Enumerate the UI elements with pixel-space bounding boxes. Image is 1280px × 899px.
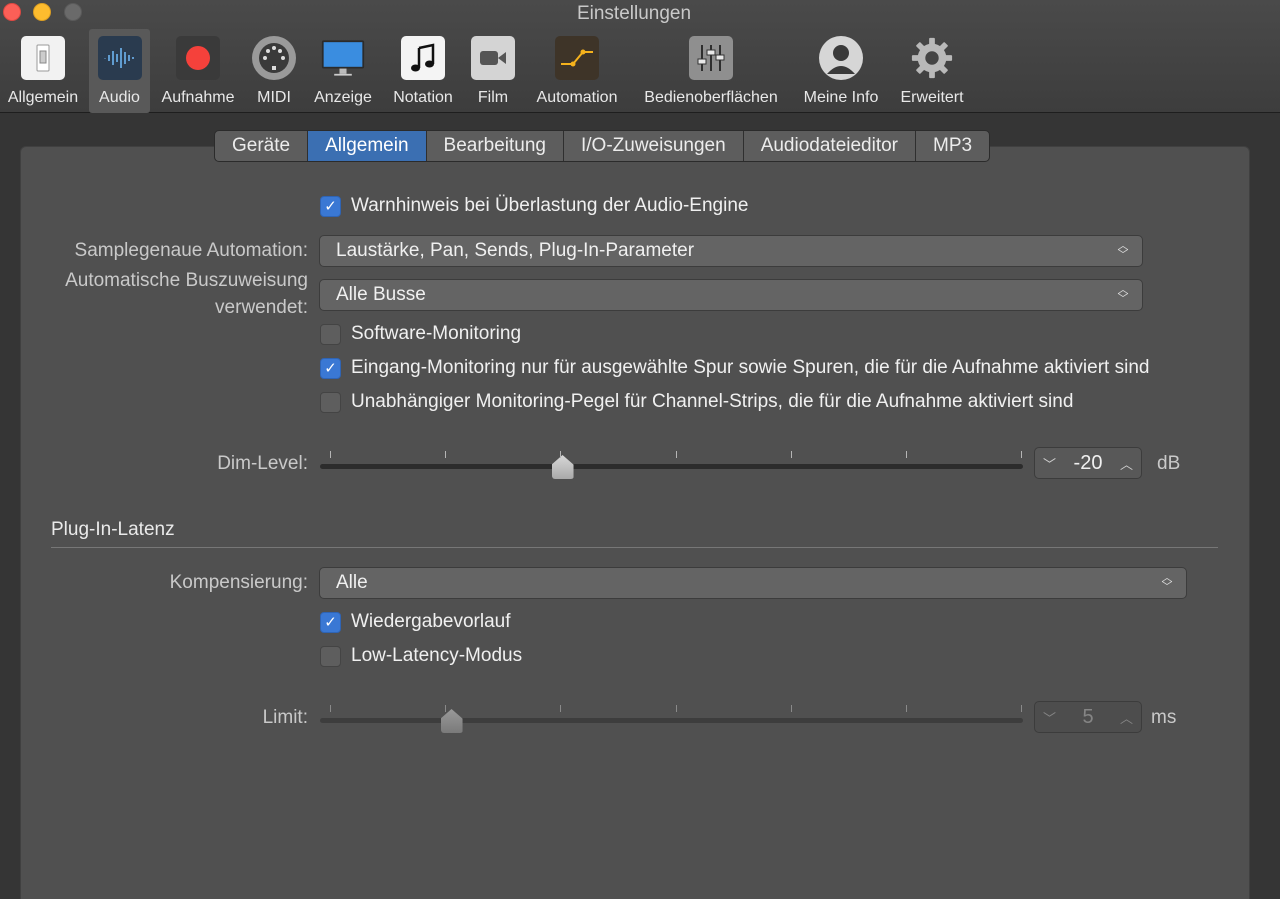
slider-tick	[445, 451, 447, 458]
tab-io-zuweisungen[interactable]: I/O-Zuweisungen	[564, 131, 744, 161]
record-icon	[176, 36, 220, 80]
toolbar-item-bedienoberflaechen[interactable]: Bedienoberflächen	[634, 29, 788, 113]
toolbar-item-anzeige[interactable]: Anzeige	[310, 29, 376, 113]
slider-tick	[445, 705, 447, 712]
decrement-chevron-icon[interactable]: ﹀	[1043, 454, 1056, 473]
toolbar-item-allgemein[interactable]: Allgemein	[3, 29, 83, 113]
sample-automation-label: Samplegenaue Automation:	[74, 240, 308, 261]
auto-bus-popup[interactable]: Alle Busse ︿ ﹀	[319, 279, 1143, 311]
waveform-icon	[97, 36, 142, 80]
tab-audiodateieditor[interactable]: Audiodateieditor	[744, 131, 917, 161]
toolbar: Einstellungen Allgemein Audio Aufnahme M…	[0, 0, 1280, 113]
decrement-chevron-icon[interactable]: ﹀	[1043, 708, 1056, 727]
tab-geraete[interactable]: Geräte	[215, 131, 309, 161]
limit-slider[interactable]	[320, 705, 1023, 735]
playback-preroll-checkbox[interactable]: ✓	[320, 611, 341, 633]
compensation-popup[interactable]: Alle ︿ ﹀	[319, 567, 1187, 599]
tab-bearbeitung[interactable]: Bearbeitung	[427, 131, 564, 161]
display-icon	[321, 36, 365, 80]
input-monitoring-row[interactable]: ✓ Eingang-Monitoring nur für ausgewählte…	[320, 355, 1149, 381]
slider-track	[320, 718, 1023, 723]
user-icon	[819, 36, 863, 80]
updown-chevron-icon: ︿ ﹀	[1161, 572, 1173, 593]
toolbar-item-aufnahme[interactable]: Aufnahme	[158, 29, 238, 113]
plugin-latency-section-title: Plug-In-Latenz	[51, 519, 175, 540]
overload-warning-checkbox[interactable]: ✓	[320, 195, 341, 217]
software-monitoring-row[interactable]: Software-Monitoring	[320, 321, 521, 347]
toolbar-item-film[interactable]: Film	[471, 29, 515, 113]
slider-tick	[1021, 705, 1022, 712]
gear-icon	[910, 36, 954, 80]
dim-level-label: Dim-Level:	[217, 453, 308, 474]
toolbar-item-meine-info[interactable]: Meine Info	[798, 29, 884, 113]
limit-label: Limit:	[262, 707, 308, 728]
increment-chevron-icon[interactable]: ︿	[1120, 454, 1133, 473]
software-monitoring-checkbox[interactable]	[320, 323, 341, 345]
toolbar-item-automation[interactable]: Automation	[530, 29, 624, 113]
slider-knob[interactable]	[551, 455, 574, 479]
slider-tick	[790, 705, 792, 712]
low-latency-row[interactable]: Low-Latency-Modus	[320, 643, 522, 669]
faders-icon	[689, 36, 733, 80]
auto-bus-label-line2: verwendet:	[215, 297, 308, 318]
low-latency-checkbox[interactable]	[320, 645, 341, 667]
input-monitoring-checkbox[interactable]: ✓	[320, 357, 341, 379]
tab-allgemein[interactable]: Allgemein	[308, 131, 427, 161]
compensation-label: Kompensierung:	[169, 572, 308, 593]
sample-automation-popup[interactable]: Laustärke, Pan, Sends, Plug-In-Parameter…	[319, 235, 1143, 267]
music-note-icon	[401, 36, 445, 80]
dim-level-unit: dB	[1157, 453, 1181, 474]
slider-tick	[560, 451, 562, 458]
dim-level-stepper[interactable]: ﹀ -20 ︿	[1034, 447, 1142, 479]
slider-tick	[905, 705, 907, 712]
updown-chevron-icon: ︿ ﹀	[1117, 284, 1129, 305]
overload-warning-checkbox-row[interactable]: ✓ Warnhinweis bei Überlastung der Audio-…	[320, 193, 748, 219]
tab-mp3[interactable]: MP3	[916, 131, 989, 161]
slider-tick	[330, 451, 331, 458]
slider-tick	[675, 451, 677, 458]
tab-bar: Geräte Allgemein Bearbeitung I/O-Zuweisu…	[214, 130, 991, 162]
slider-tick	[1021, 451, 1022, 458]
playback-preroll-row[interactable]: ✓ Wiedergabevorlauf	[320, 609, 510, 635]
updown-chevron-icon: ︿ ﹀	[1117, 240, 1129, 261]
switch-icon	[21, 36, 65, 80]
slider-track	[320, 464, 1023, 469]
dim-level-slider[interactable]	[320, 451, 1023, 481]
slider-tick	[790, 451, 792, 458]
slider-tick	[905, 451, 907, 458]
slider-tick	[560, 705, 562, 712]
limit-stepper[interactable]: ﹀ 5 ︿	[1034, 701, 1142, 733]
section-divider	[51, 547, 1218, 548]
automation-curve-icon	[555, 36, 599, 80]
toolbar-item-notation[interactable]: Notation	[387, 29, 459, 113]
increment-chevron-icon[interactable]: ︿	[1120, 708, 1133, 727]
toolbar-item-midi[interactable]: MIDI	[250, 29, 298, 113]
toolbar-item-erweitert[interactable]: Erweitert	[894, 29, 970, 113]
slider-tick	[675, 705, 677, 712]
limit-unit: ms	[1151, 707, 1177, 728]
independent-level-checkbox[interactable]	[320, 391, 341, 413]
auto-bus-label-line1: Automatische Buszuweisung	[65, 270, 308, 291]
slider-tick	[330, 705, 331, 712]
midi-connector-icon	[252, 36, 296, 80]
video-camera-icon	[471, 36, 515, 80]
toolbar-item-audio[interactable]: Audio	[89, 29, 150, 113]
independent-level-row[interactable]: Unabhängiger Monitoring-Pegel für Channe…	[320, 389, 1073, 415]
window-title: Einstellungen	[576, 3, 692, 24]
slider-knob[interactable]	[440, 709, 463, 733]
